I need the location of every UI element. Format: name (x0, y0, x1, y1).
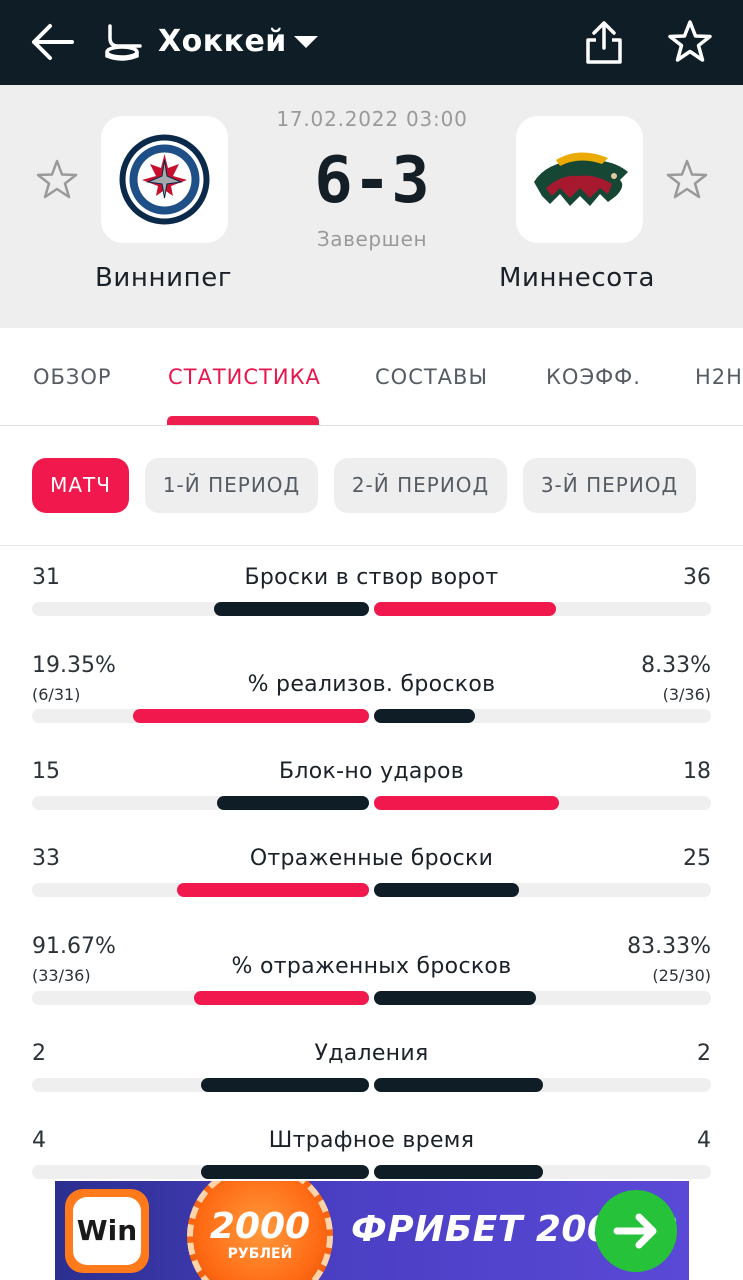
ad-banner[interactable]: Win 2000 РУБЛЕЙ ФРИБЕТ 2000 ₽ (55, 1181, 689, 1280)
chip-unit: РУБЛЕЙ (227, 1246, 293, 1262)
star-icon[interactable] (666, 18, 714, 66)
stat-name: Броски в створ ворот (244, 565, 499, 590)
stat-home-bar-track (32, 991, 369, 1005)
tab-h2h[interactable]: H2H (695, 364, 743, 390)
chip-period-1[interactable]: 1-Й ПЕРИОД (145, 458, 318, 513)
stat-away-bar (374, 1078, 543, 1092)
chip-match[interactable]: МАТЧ (32, 458, 129, 513)
stat-home-bar (133, 709, 369, 723)
stat-home-bar (200, 1165, 369, 1179)
match-date: 17.02.2022 03:00 (276, 107, 468, 131)
favorite-home-star-icon[interactable] (35, 158, 79, 202)
stat-home-bar-track (32, 796, 369, 810)
arrow-left-icon[interactable] (28, 20, 76, 64)
win-logo-text: Win (73, 1197, 141, 1265)
stat-away-bar-track (374, 709, 711, 723)
chip-period-3[interactable]: 3-Й ПЕРИОД (523, 458, 696, 513)
away-team-logo[interactable] (516, 116, 643, 243)
home-team-logo[interactable] (101, 116, 228, 243)
stat-home-bar-track (32, 602, 369, 616)
stat-away-value: 25 (683, 846, 711, 871)
stat-home-bar-track (32, 1078, 369, 1092)
stat-away-bar-track (374, 1165, 711, 1179)
stat-away-subvalue: (3/36) (662, 685, 711, 704)
share-icon[interactable] (582, 20, 626, 66)
stats-list: 31 Броски в створ ворот 36 19.35% (6/31)… (0, 547, 743, 1180)
stat-home-bar (217, 796, 369, 810)
stat-home-bar (176, 883, 369, 897)
stat-away-value: 83.33% (627, 934, 711, 959)
chip-amount: 2000 (209, 1206, 311, 1247)
stat-away-bar-track (374, 1078, 711, 1092)
hockey-icon (105, 24, 142, 61)
stat-name: % реализов. бросков (247, 672, 496, 697)
stat-home-bar-track (32, 709, 369, 723)
stat-name: Отраженные броски (249, 846, 494, 871)
stat-away-value: 2 (697, 1041, 711, 1066)
stat-home-bar-track (32, 883, 369, 897)
stat-away-value: 4 (697, 1128, 711, 1153)
stat-home-bar (213, 602, 369, 616)
win-logo: Win (65, 1189, 149, 1273)
stat-away-bar (374, 991, 536, 1005)
stat-away-bar (374, 709, 476, 723)
match-score: 6-3 (314, 144, 430, 218)
stat-away-bar (374, 883, 519, 897)
home-team-name[interactable]: Виннипег (95, 262, 232, 294)
stat-home-bar (193, 991, 369, 1005)
match-tabs: ОБЗОР СТАТИСТИКА СОСТАВЫ КОЭФФ. H2H (0, 328, 743, 426)
tab-statistics[interactable]: СТАТИСТИКА (168, 364, 321, 390)
match-header: Виннипег 17.02.2022 03:00 6-3 Завершен М… (0, 85, 743, 328)
ad-go-button[interactable] (595, 1190, 677, 1272)
stat-away-bar-track (374, 991, 711, 1005)
stat-away-bar (374, 1165, 543, 1179)
chip-period-2[interactable]: 2-Й ПЕРИОД (334, 458, 507, 513)
period-selector: МАТЧ 1-Й ПЕРИОД 2-Й ПЕРИОД 3-Й ПЕРИОД (0, 427, 743, 546)
stat-home-bar-track (32, 1165, 369, 1179)
arrow-right-icon (613, 1213, 657, 1249)
stat-name: Удаления (314, 1041, 429, 1066)
stat-name: Штрафное время (268, 1128, 475, 1153)
stat-away-bar-track (374, 883, 711, 897)
stat-away-bar (374, 796, 560, 810)
stat-away-value: 8.33% (641, 653, 711, 678)
sport-title[interactable]: Хоккей (158, 22, 287, 62)
tab-overview[interactable]: ОБЗОР (33, 364, 112, 390)
caret-down-icon[interactable] (292, 34, 320, 50)
stat-away-bar-track (374, 602, 711, 616)
minnesota-wild-logo (534, 152, 628, 206)
tab-lineups[interactable]: СОСТАВЫ (375, 364, 488, 390)
stat-away-bar-track (374, 796, 711, 810)
app-header: Хоккей (0, 0, 743, 85)
away-team-name[interactable]: Миннесота (499, 262, 655, 294)
stat-away-value: 18 (683, 759, 711, 784)
stat-away-subvalue: (25/30) (652, 966, 711, 985)
tab-odds[interactable]: КОЭФФ. (546, 364, 641, 390)
winnipeg-jets-logo (119, 134, 210, 225)
stat-home-bar (200, 1078, 369, 1092)
stat-away-value: 36 (683, 565, 711, 590)
active-tab-indicator (167, 416, 319, 425)
match-status: Завершен (316, 227, 428, 251)
stat-away-bar (374, 602, 556, 616)
stat-name: Блок-но ударов (279, 759, 464, 784)
favorite-away-star-icon[interactable] (665, 158, 709, 202)
